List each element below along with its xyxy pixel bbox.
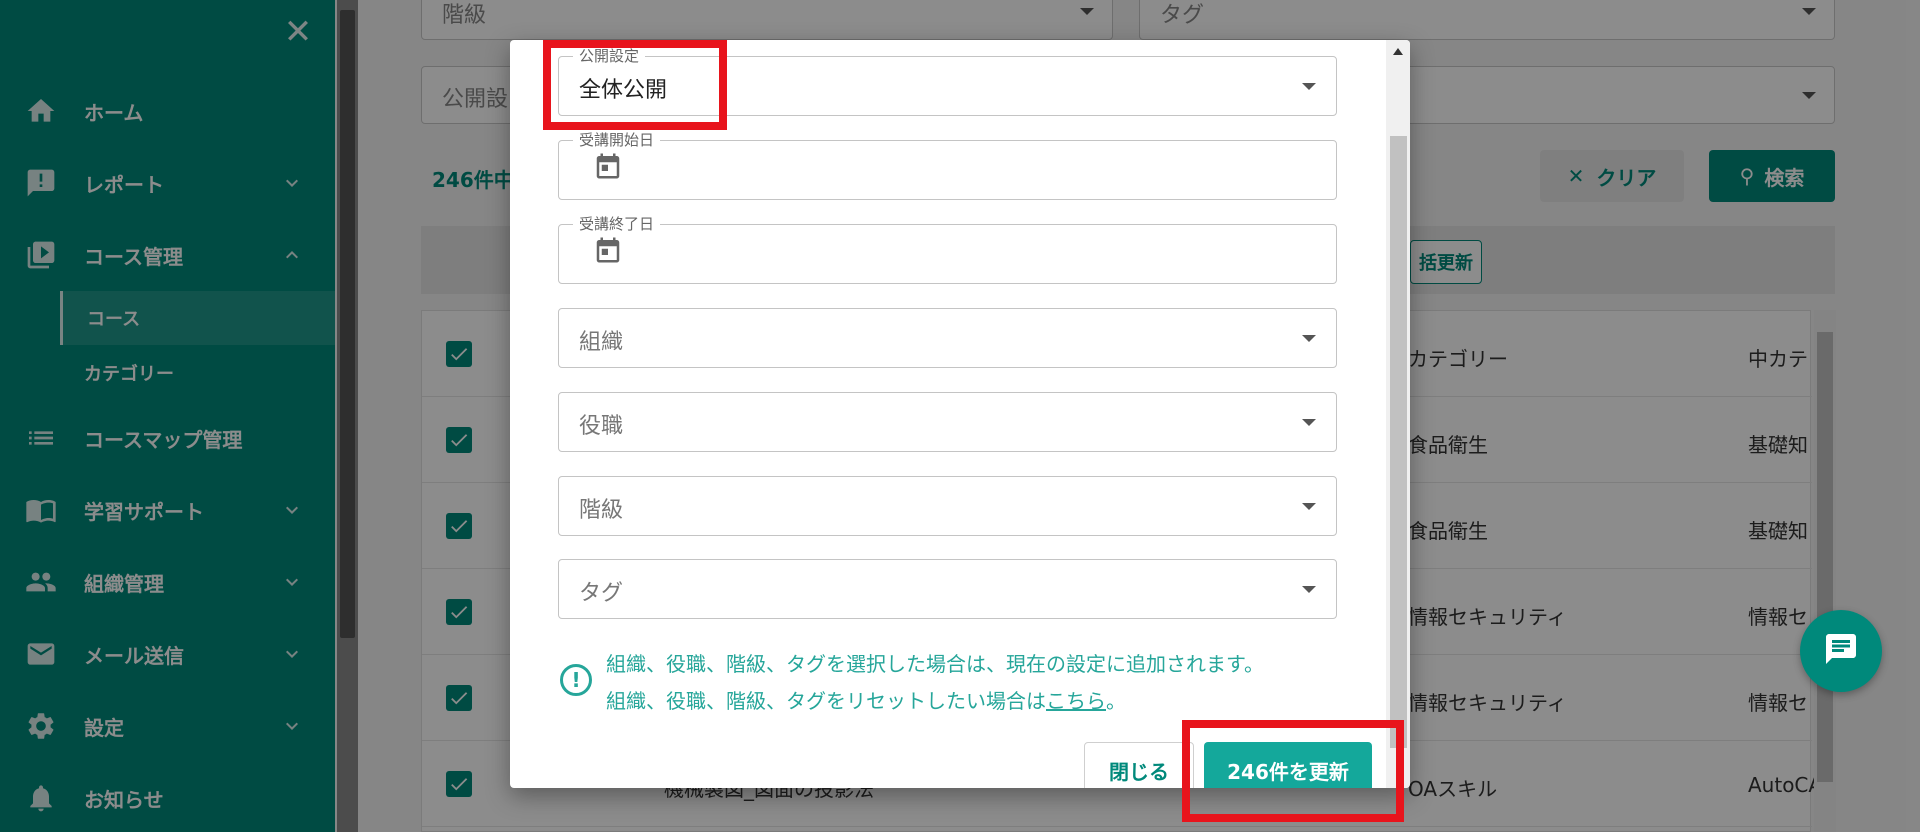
reset-link[interactable]: こちら [1046, 689, 1106, 713]
field-placeholder: タグ [579, 581, 624, 606]
organization-select[interactable]: 組織 [558, 308, 1337, 368]
field-placeholder: 役職 [579, 414, 624, 439]
caret-down-icon [1302, 83, 1316, 90]
field-placeholder: 組織 [579, 330, 624, 355]
caret-down-icon [1302, 335, 1316, 342]
close-button[interactable]: 閉じる [1084, 742, 1194, 788]
field-legend: 受講開始日 [573, 131, 661, 149]
info-text: 。 [1106, 689, 1126, 713]
scrollbar-thumb[interactable] [1390, 136, 1407, 748]
chat-button[interactable] [1800, 610, 1882, 692]
tag-select[interactable]: タグ [558, 559, 1337, 619]
caret-down-icon [1302, 419, 1316, 426]
caret-down-icon [1302, 503, 1316, 510]
bulk-update-dialog: 公開設定 全体公開 受講開始日 受講終了日 組織 役職 階級 タグ ! 組織、役… [510, 40, 1410, 788]
caret-down-icon [1302, 586, 1316, 593]
scroll-up-icon[interactable] [1393, 48, 1403, 55]
info-message-line1: 組織、役職、階級、タグを選択した場合は、現在の設定に追加されます。 [606, 652, 1264, 676]
chat-icon [1823, 631, 1859, 671]
dialog-scrollbar[interactable] [1386, 40, 1410, 788]
calendar-icon[interactable] [593, 235, 623, 265]
highlight-box-update-button [1182, 720, 1404, 822]
field-placeholder: 階級 [579, 498, 624, 523]
field-legend: 受講終了日 [573, 215, 661, 233]
info-text: 組織、役職、階級、タグをリセットしたい場合は [606, 689, 1046, 713]
calendar-icon[interactable] [593, 151, 623, 181]
rank-select[interactable]: 階級 [558, 476, 1337, 536]
position-select[interactable]: 役職 [558, 392, 1337, 452]
info-icon: ! [560, 664, 592, 696]
info-message-line2: 組織、役職、階級、タグをリセットしたい場合はこちら。 [606, 685, 1126, 714]
highlight-box-public-setting [543, 40, 727, 130]
end-date-field[interactable]: 受講終了日 [558, 215, 1337, 284]
start-date-field[interactable]: 受講開始日 [558, 131, 1337, 200]
